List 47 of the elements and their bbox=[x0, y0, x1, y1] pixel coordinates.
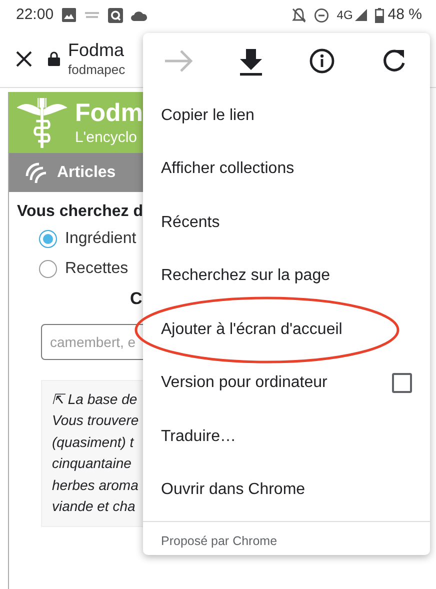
do-not-disturb-icon bbox=[314, 8, 329, 22]
cloud-icon bbox=[130, 10, 147, 20]
clock-time: 22:00 bbox=[16, 4, 54, 25]
menu-item-label: Copier le lien bbox=[161, 106, 254, 126]
radio-label: Recettes bbox=[65, 259, 128, 279]
menu-item[interactable]: Ajouter à l'écran d'accueil bbox=[143, 303, 430, 356]
menu-item[interactable]: Recherchez sur la page bbox=[143, 250, 430, 303]
menu-item-label: Ajouter à l'écran d'accueil bbox=[161, 320, 342, 340]
menu-item-label: Afficher collections bbox=[161, 159, 294, 180]
menu-item[interactable]: Traduire… bbox=[143, 410, 430, 464]
menu-item[interactable]: Version pour ordinateur bbox=[143, 356, 430, 410]
image-icon bbox=[62, 8, 76, 22]
radio-button[interactable] bbox=[39, 230, 57, 248]
radio-option[interactable]: Ingrédient bbox=[9, 224, 143, 254]
menu-item[interactable]: Ouvrir dans Chrome bbox=[143, 464, 430, 517]
q-app-icon bbox=[108, 8, 123, 22]
menu-item-label: Traduire… bbox=[161, 426, 236, 447]
menu-item-label: Recherchez sur la page bbox=[161, 266, 330, 286]
menu-item-label: Récents bbox=[161, 212, 220, 233]
lock-icon bbox=[48, 51, 60, 66]
menu-item[interactable]: Afficher collections bbox=[143, 142, 430, 196]
search-question: Vous cherchez d bbox=[16, 202, 143, 222]
menu-footer: Proposé par Chrome bbox=[143, 522, 430, 561]
signal-icon bbox=[354, 9, 367, 21]
menu-item[interactable]: Récents bbox=[143, 196, 430, 250]
site-tagline: L'encyclo bbox=[74, 128, 138, 148]
battery-level: 48 % bbox=[388, 4, 422, 25]
info-paragraph: ⇱ La base de Vous trouvere (quasiment) t cinquantaine herbes aroma viande et cha bbox=[41, 380, 143, 526]
page-title: Fodma bbox=[68, 39, 126, 62]
battery-icon bbox=[374, 8, 384, 22]
site-title: Fodm bbox=[74, 98, 143, 128]
menu-item-label: Version pour ordinateur bbox=[161, 373, 328, 394]
search-field[interactable]: camembert, e bbox=[41, 324, 143, 360]
close-button[interactable] bbox=[16, 50, 32, 66]
page-url: fodmapec bbox=[68, 62, 126, 78]
network-type: 4G bbox=[336, 7, 353, 24]
close-icon bbox=[16, 50, 32, 66]
checkbox[interactable] bbox=[392, 373, 412, 394]
radio-option[interactable]: Recettes bbox=[9, 254, 143, 284]
section-heading: C bbox=[129, 288, 143, 310]
app-logo-icon bbox=[84, 10, 100, 20]
muted-bell-icon bbox=[292, 8, 306, 22]
menu-item[interactable]: Copier le lien bbox=[143, 89, 430, 142]
radio-label: Ingrédient bbox=[65, 229, 136, 249]
radio-button[interactable] bbox=[39, 260, 57, 278]
menu-item-label: Ouvrir dans Chrome bbox=[161, 480, 306, 500]
articles-icon bbox=[25, 162, 49, 184]
